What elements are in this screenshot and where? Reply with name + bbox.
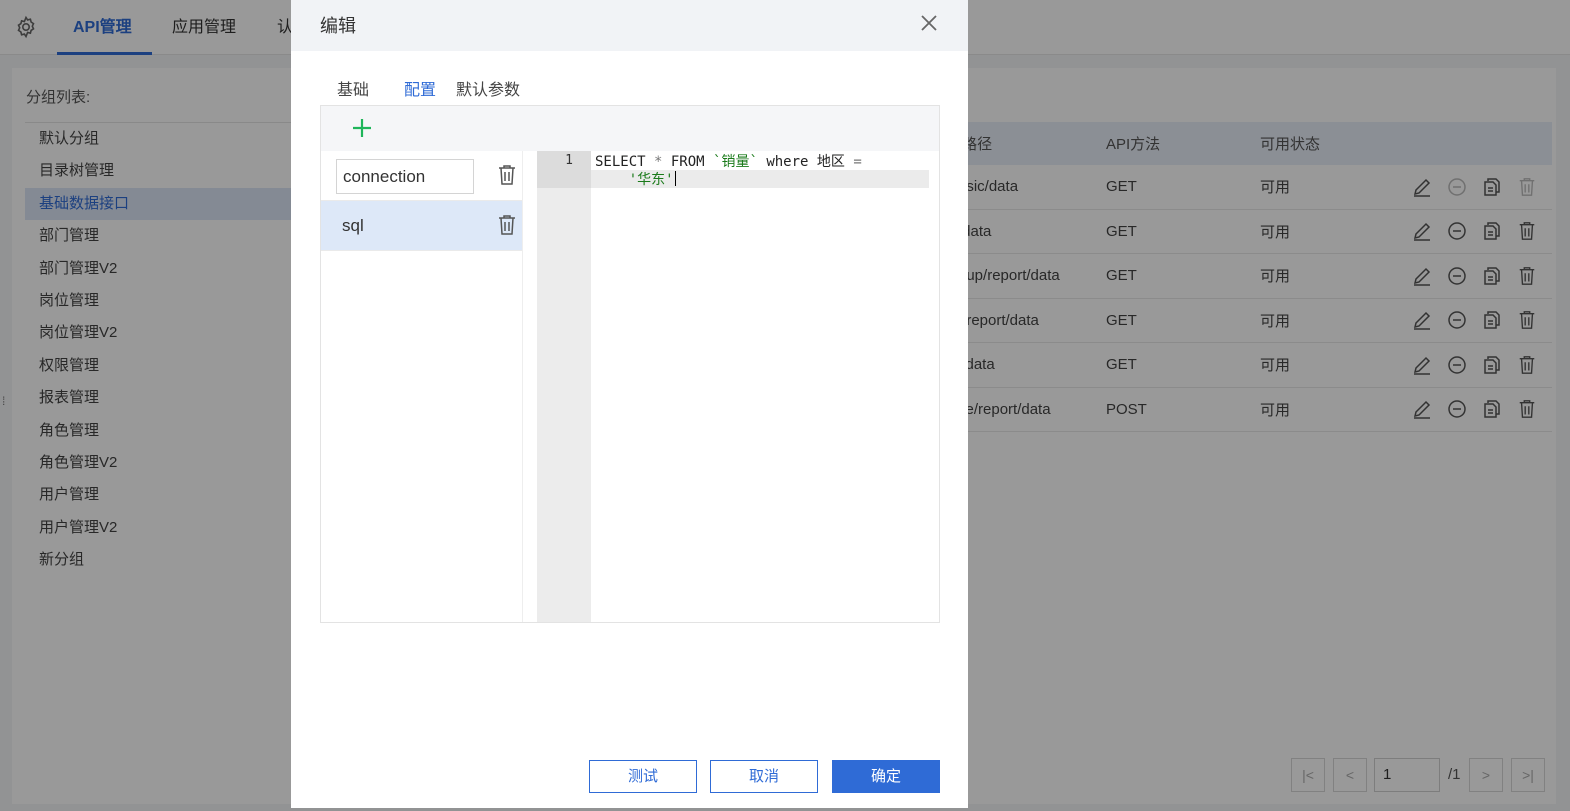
delete-icon[interactable] <box>497 164 517 186</box>
param-name-input[interactable]: connection <box>336 159 474 194</box>
test-button[interactable]: 测试 <box>589 760 697 793</box>
tab-config[interactable]: 配置 <box>404 76 436 100</box>
param-row-connection[interactable]: connection <box>321 151 522 201</box>
panel-toolbar <box>321 106 939 151</box>
param-list: connection sql <box>321 151 523 622</box>
param-row-sql[interactable]: sql <box>321 201 522 251</box>
confirm-button[interactable]: 确定 <box>832 760 940 793</box>
tab-default-params[interactable]: 默认参数 <box>456 76 520 100</box>
line-number: 1 <box>565 153 573 168</box>
text-cursor <box>674 171 676 186</box>
cancel-button[interactable]: 取消 <box>710 760 818 793</box>
editor-gutter <box>537 151 591 622</box>
code-editor[interactable]: 1 SELECT * FROM `销量` where 地区 = '华东' <box>537 151 929 622</box>
modal-title: 编辑 <box>320 16 356 36</box>
close-icon[interactable] <box>919 13 939 33</box>
param-name: sql <box>342 216 364 235</box>
add-param-icon[interactable] <box>351 117 373 139</box>
delete-icon[interactable] <box>497 214 517 236</box>
edit-modal: 编辑 基础 配置 默认参数 connection sql 1 SELECT * … <box>291 0 968 808</box>
tab-basic[interactable]: 基础 <box>337 76 369 100</box>
sql-code[interactable]: SELECT * FROM `销量` where 地区 = '华东' <box>595 153 915 189</box>
modal-header: 编辑 <box>291 0 968 51</box>
config-panel: connection sql 1 SELECT * FROM `销量` wher… <box>320 105 940 623</box>
